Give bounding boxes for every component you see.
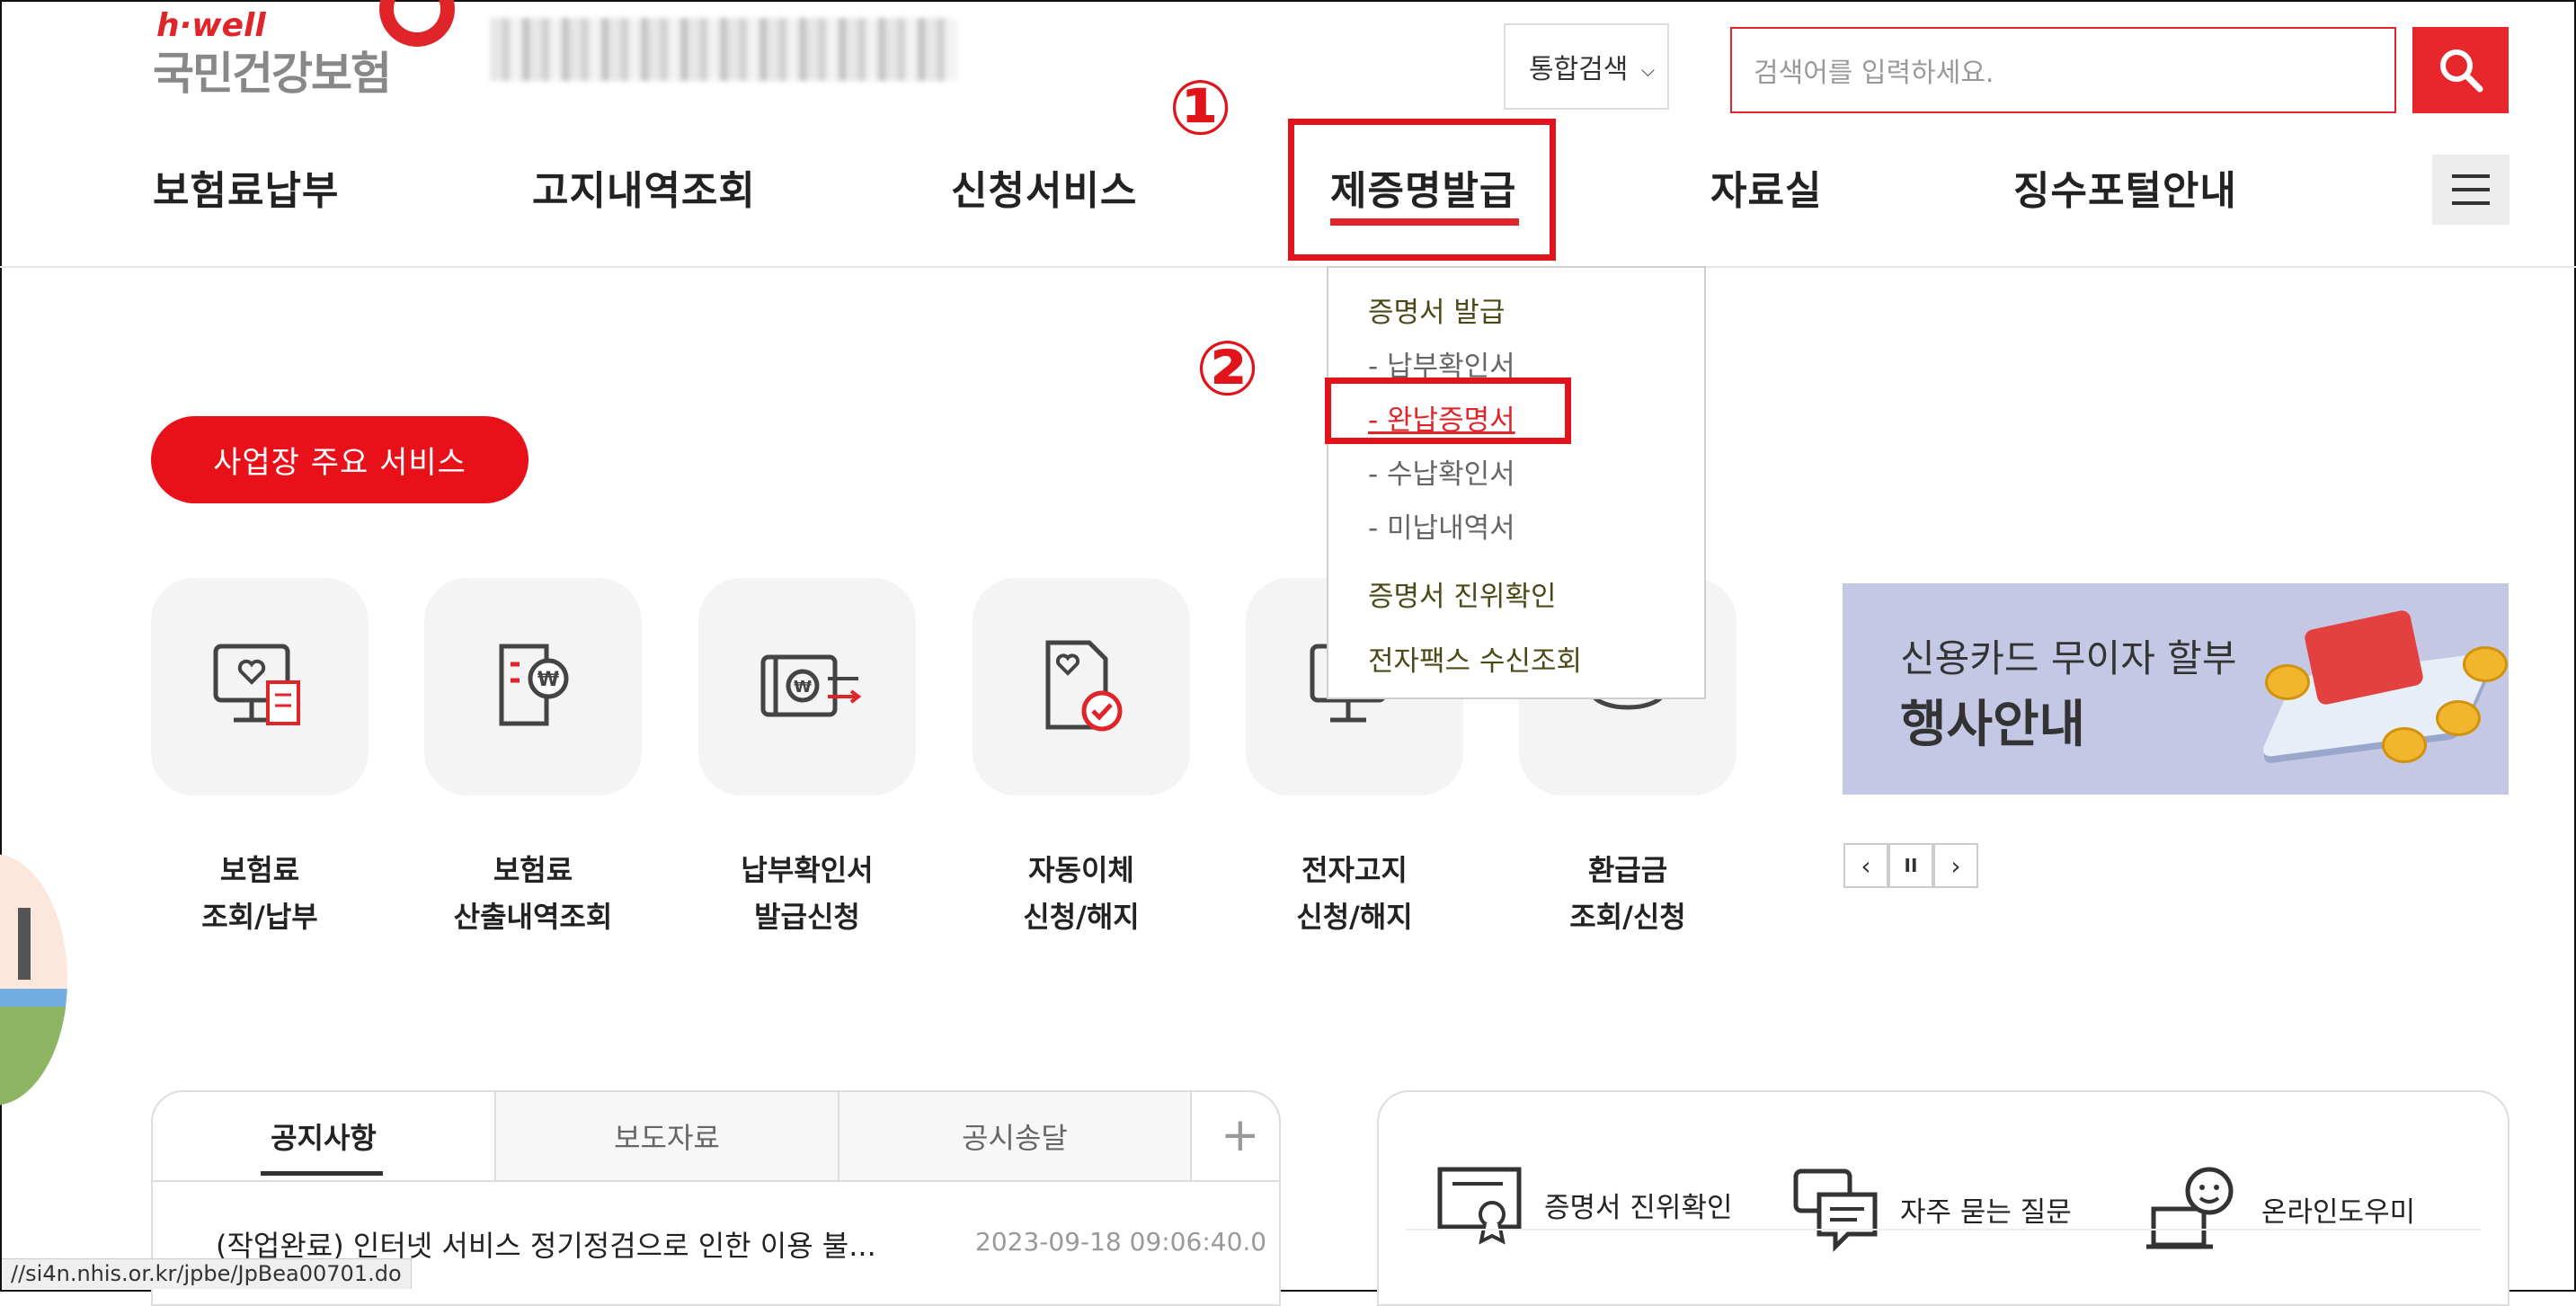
quick-links-panel: 증명서 진위확인 자주 묻는 질문 온라인도우미 [1377,1090,2509,1306]
quick-links-divider [1406,1229,2481,1230]
annotation-box-nav [1288,119,1556,261]
menu-item-unpaid-statement[interactable]: - 미납내역서 [1368,505,1515,546]
slider-pause-button[interactable]: II [1888,843,1933,888]
service-label-premium-calculation: 보험료 산출내역조회 [416,847,650,940]
service-label-electronic-notice: 전자고지 신청/해지 [1238,847,1471,940]
coin-illustration [2382,727,2427,763]
certificate-dropdown-menu: 증명서 발급 - 납부확인서 - 완납증명서 - 수납확인서 - 미납내역서 증… [1327,266,1706,699]
nav-item-premium-payment[interactable]: 보험료납부 [153,158,339,216]
more-plus-icon[interactable]: + [1221,1108,1260,1162]
document-check-icon [1045,640,1123,732]
menu-item-certificate-issue[interactable]: 증명서 발급 [1368,289,1505,330]
promo-banner[interactable]: 신용카드 무이자 할부 행사안내 [1843,583,2509,795]
tab-press-releases[interactable]: 보도자료 [496,1092,839,1180]
service-label-line: 산출내역조회 [453,900,613,934]
menu-item-receipt-confirmation[interactable]: - 수납확인서 [1368,451,1515,492]
coin-illustration [2265,664,2310,700]
quick-link-faq[interactable]: 자주 묻는 질문 [1792,1164,2072,1254]
logo[interactable]: h·well 국민건강보험 [153,0,455,100]
notice-tabs: 공지사항 보도자료 공시송달 + [153,1092,1279,1182]
slider-prev-button[interactable]: ‹ [1843,843,1888,888]
service-label-line: 납부확인서 [741,853,874,887]
svg-text:₩: ₩ [794,678,812,697]
quick-link-label: 온라인도우미 [2261,1195,2416,1229]
chevron-down-icon: ⌵ [1640,59,1655,81]
search-button[interactable] [2412,27,2509,113]
promo-title: 행사안내 [1900,696,2086,754]
search-input[interactable]: 검색어를 입력하세요. [1730,27,2396,113]
service-label-payment-certificate: 납부확인서 발급신청 [690,847,924,940]
nav-item-application-service[interactable]: 신청서비스 [951,158,1137,216]
chat-bubbles-icon [1793,1168,1878,1253]
service-label-line: 자동이체 [1028,853,1134,887]
service-label-line: 신청/해지 [1296,900,1413,934]
nav-item-collection-portal[interactable]: 징수포털안내 [2013,158,2237,216]
workplace-services-button[interactable]: 사업장 주요 서비스 [151,416,529,503]
search-category-select[interactable]: 통합검색 ⌵ [1504,23,1669,110]
service-label-premium-inquiry: 보험료 조회/납부 [143,847,377,940]
service-premium-calculation[interactable]: ₩ [424,578,642,795]
nav-item-notice-inquiry[interactable]: 고지내역조회 [532,158,756,216]
annotation-box-menu-item [1325,378,1571,444]
service-payment-certificate-request[interactable]: ₩ [698,578,916,795]
svg-text:₩: ₩ [537,669,559,691]
quick-link-online-helper[interactable]: 온라인도우미 [2145,1164,2415,1254]
coin-illustration [2463,646,2508,682]
service-label-auto-transfer: 자동이체 신청/해지 [964,847,1198,940]
service-label-line: 발급신청 [754,900,860,934]
nav-item-archive[interactable]: 자료실 [1710,158,1822,216]
monitor-heart-icon [213,644,300,725]
promo-subtitle: 신용카드 무이자 할부 [1900,636,2237,680]
service-label-line: 조회/신청 [1569,900,1686,934]
helper-icon [2146,1167,2234,1249]
redacted-area [490,18,957,81]
search-icon [2439,49,2483,93]
certificate-icon [1437,1167,1522,1245]
coin-illustration [2436,700,2481,736]
receipt-won-icon: ₩ [499,644,569,726]
quick-link-label: 증명서 진위확인 [1544,1191,1733,1224]
service-label-line: 전자고지 [1301,853,1408,887]
service-label-line: 보험료 [493,853,573,887]
notice-item-date: 2023-09-18 09:06:40.0 [975,1227,1267,1257]
annotation-step-1: ① [1168,64,1233,152]
service-label-line: 조회/납부 [201,900,318,934]
active-tab-underline [261,1171,383,1176]
service-auto-transfer[interactable] [973,578,1190,795]
tab-public-notice[interactable]: 공시송달 [839,1092,1192,1180]
service-premium-inquiry[interactable] [151,578,369,795]
ground-shape [0,1007,67,1106]
service-label-line: 신청/해지 [1023,900,1140,934]
pole-shape [18,908,31,980]
card-transfer-icon: ₩ [760,654,862,717]
service-label-line: 환급금 [1587,853,1668,887]
annotation-step-2: ② [1195,324,1260,413]
logo-korean: 국민건강보험 [153,48,392,100]
menu-button[interactable] [2432,155,2509,225]
status-bar-url: //si4n.nhis.or.kr/jpbe/JpBea00701.do [2,1258,412,1289]
menu-item-efax-inquiry[interactable]: 전자팩스 수신조회 [1368,638,1582,679]
quick-link-label: 자주 묻는 질문 [1900,1195,2072,1229]
service-label-line: 보험료 [219,853,300,887]
slider-next-button[interactable]: › [1933,843,1978,888]
service-label-refund: 환급금 조회/신청 [1511,847,1745,940]
tab-notices[interactable]: 공지사항 [153,1092,496,1180]
quick-link-certificate-verify[interactable]: 증명서 진위확인 [1436,1164,1733,1245]
search-category-value: 통합검색 [1529,54,1629,85]
hamburger-icon [2452,174,2490,205]
menu-item-certificate-verify[interactable]: 증명서 진위확인 [1368,573,1557,614]
header-divider [0,266,2576,268]
